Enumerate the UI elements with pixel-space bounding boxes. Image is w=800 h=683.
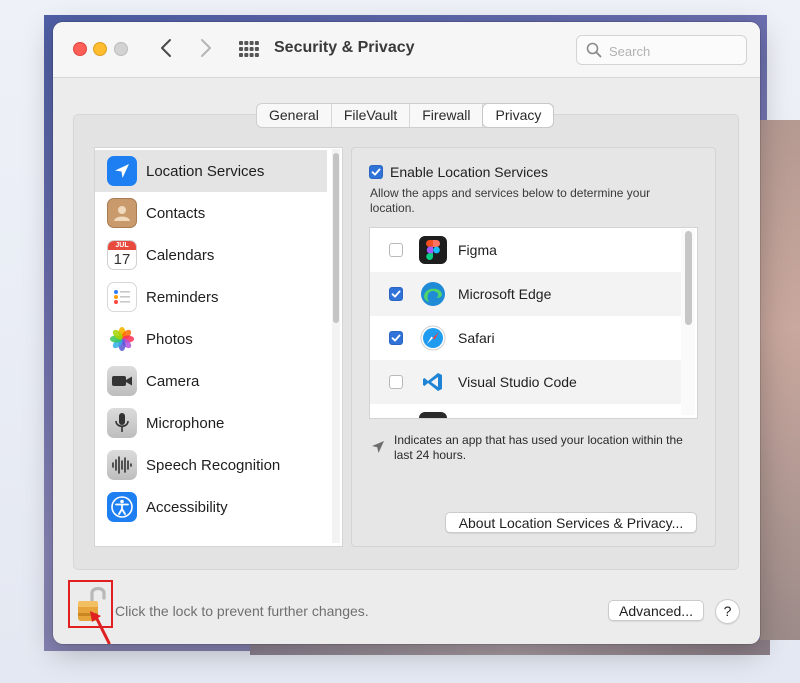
back-button[interactable]: [156, 38, 176, 60]
security-privacy-window: Security & Privacy General FileVault Fir…: [53, 22, 760, 644]
sidebar-item-label: Contacts: [146, 204, 206, 222]
about-location-services-button[interactable]: About Location Services & Privacy...: [445, 512, 697, 533]
sidebar-item-label: Photos: [146, 330, 193, 348]
location-description: Allow the apps and services below to det…: [370, 186, 651, 215]
calendar-day: 17: [113, 251, 131, 268]
enable-location-services-label: Enable Location Services: [390, 164, 548, 180]
microsoft-edge-checkbox[interactable]: [389, 287, 403, 301]
sidebar-item-label: Accessibility: [146, 498, 228, 516]
search-input[interactable]: [607, 40, 741, 62]
sidebar-item-speech-recognition[interactable]: Speech Recognition: [95, 444, 327, 486]
show-all-button[interactable]: [239, 41, 259, 57]
advanced-button[interactable]: Advanced...: [608, 600, 704, 621]
app-row-partial[interactable]: [370, 404, 682, 418]
enable-location-services-checkbox[interactable]: [369, 165, 383, 179]
forward-button[interactable]: [196, 38, 216, 60]
privacy-category-list[interactable]: Location Services Contacts JUL 17 Calend…: [94, 147, 343, 547]
tab-privacy[interactable]: Privacy: [483, 104, 554, 127]
location-arrow-icon: [107, 156, 137, 186]
app-name: Figma: [458, 242, 497, 258]
sidebar-item-label: Speech Recognition: [146, 456, 281, 474]
sidebar-item-label: Location Services: [146, 162, 265, 180]
lock-status-text: Click the lock to prevent further change…: [115, 603, 369, 619]
location-app-list[interactable]: Figma Microsoft Edge Safari Visual Studi…: [369, 227, 698, 419]
waveform-icon: [107, 450, 137, 480]
title-bar: Security & Privacy: [53, 22, 760, 78]
tab-filevault[interactable]: FileVault: [332, 104, 411, 127]
location-arrow-icon: [372, 441, 384, 453]
figma-checkbox[interactable]: [389, 243, 403, 257]
figma-icon: [419, 236, 447, 264]
app-row-visual-studio-code[interactable]: Visual Studio Code: [370, 360, 682, 404]
edge-icon: [419, 280, 447, 308]
chevron-left-icon: [161, 39, 171, 57]
app-row-microsoft-edge[interactable]: Microsoft Edge: [370, 272, 682, 316]
app-row-safari[interactable]: Safari: [370, 316, 682, 360]
contacts-icon: [107, 198, 137, 228]
app-icon-partial: [419, 412, 447, 418]
safari-icon: [419, 324, 447, 352]
location-usage-hint: Indicates an app that has used your loca…: [394, 433, 683, 462]
window-title: Security & Privacy: [274, 39, 415, 56]
grid-icon: [239, 41, 259, 57]
sidebar-item-contacts[interactable]: Contacts: [95, 192, 327, 234]
sidebar-item-label: Reminders: [146, 288, 219, 306]
help-button[interactable]: ?: [715, 599, 740, 624]
minimize-window-button[interactable]: [93, 42, 107, 56]
app-list-scrollbar-thumb[interactable]: [685, 231, 692, 325]
tab-bar: General FileVault Firewall Privacy: [256, 103, 555, 128]
tab-firewall[interactable]: Firewall: [410, 104, 484, 127]
chevron-right-icon: [201, 39, 211, 57]
vscode-icon: [419, 368, 447, 396]
sidebar-item-camera[interactable]: Camera: [95, 360, 327, 402]
app-name: Visual Studio Code: [458, 374, 577, 390]
tab-general[interactable]: General: [257, 104, 332, 127]
close-window-button[interactable]: [73, 42, 87, 56]
checkmark-icon: [371, 168, 381, 176]
microphone-icon: [107, 408, 137, 438]
camera-icon: [107, 366, 137, 396]
photos-icon: [107, 324, 137, 354]
sidebar-item-reminders[interactable]: Reminders: [95, 276, 327, 318]
app-name: Microsoft Edge: [458, 286, 552, 302]
checkmark-icon: [391, 334, 401, 342]
sidebar-item-label: Camera: [146, 372, 200, 390]
visual-studio-code-checkbox[interactable]: [389, 375, 403, 389]
checkmark-icon: [391, 290, 401, 298]
app-row-figma[interactable]: Figma: [370, 228, 682, 272]
sidebar-item-label: Microphone: [146, 414, 225, 432]
safari-checkbox[interactable]: [389, 331, 403, 345]
sidebar-item-photos[interactable]: Photos: [95, 318, 327, 360]
calendar-icon: JUL 17: [107, 240, 137, 270]
zoom-window-button[interactable]: [114, 42, 128, 56]
sidebar-item-accessibility[interactable]: Accessibility: [95, 486, 327, 528]
sidebar-item-microphone[interactable]: Microphone: [95, 402, 327, 444]
app-name: Safari: [458, 330, 495, 346]
wallpaper-rock: [760, 120, 800, 640]
calendar-month: JUL: [108, 241, 136, 250]
search-icon: [586, 42, 602, 58]
reminders-icon: [107, 282, 137, 312]
sidebar-item-calendars[interactable]: JUL 17 Calendars: [95, 234, 327, 276]
search-field[interactable]: [576, 35, 747, 65]
red-annotation-arrow: [90, 611, 111, 644]
sidebar-item-label: Calendars: [146, 246, 215, 264]
accessibility-icon: [107, 492, 137, 522]
enable-location-services-row[interactable]: Enable Location Services: [369, 164, 548, 180]
sidebar-item-location-services[interactable]: Location Services: [95, 150, 327, 192]
sidebar-scrollbar-thumb[interactable]: [333, 153, 339, 323]
